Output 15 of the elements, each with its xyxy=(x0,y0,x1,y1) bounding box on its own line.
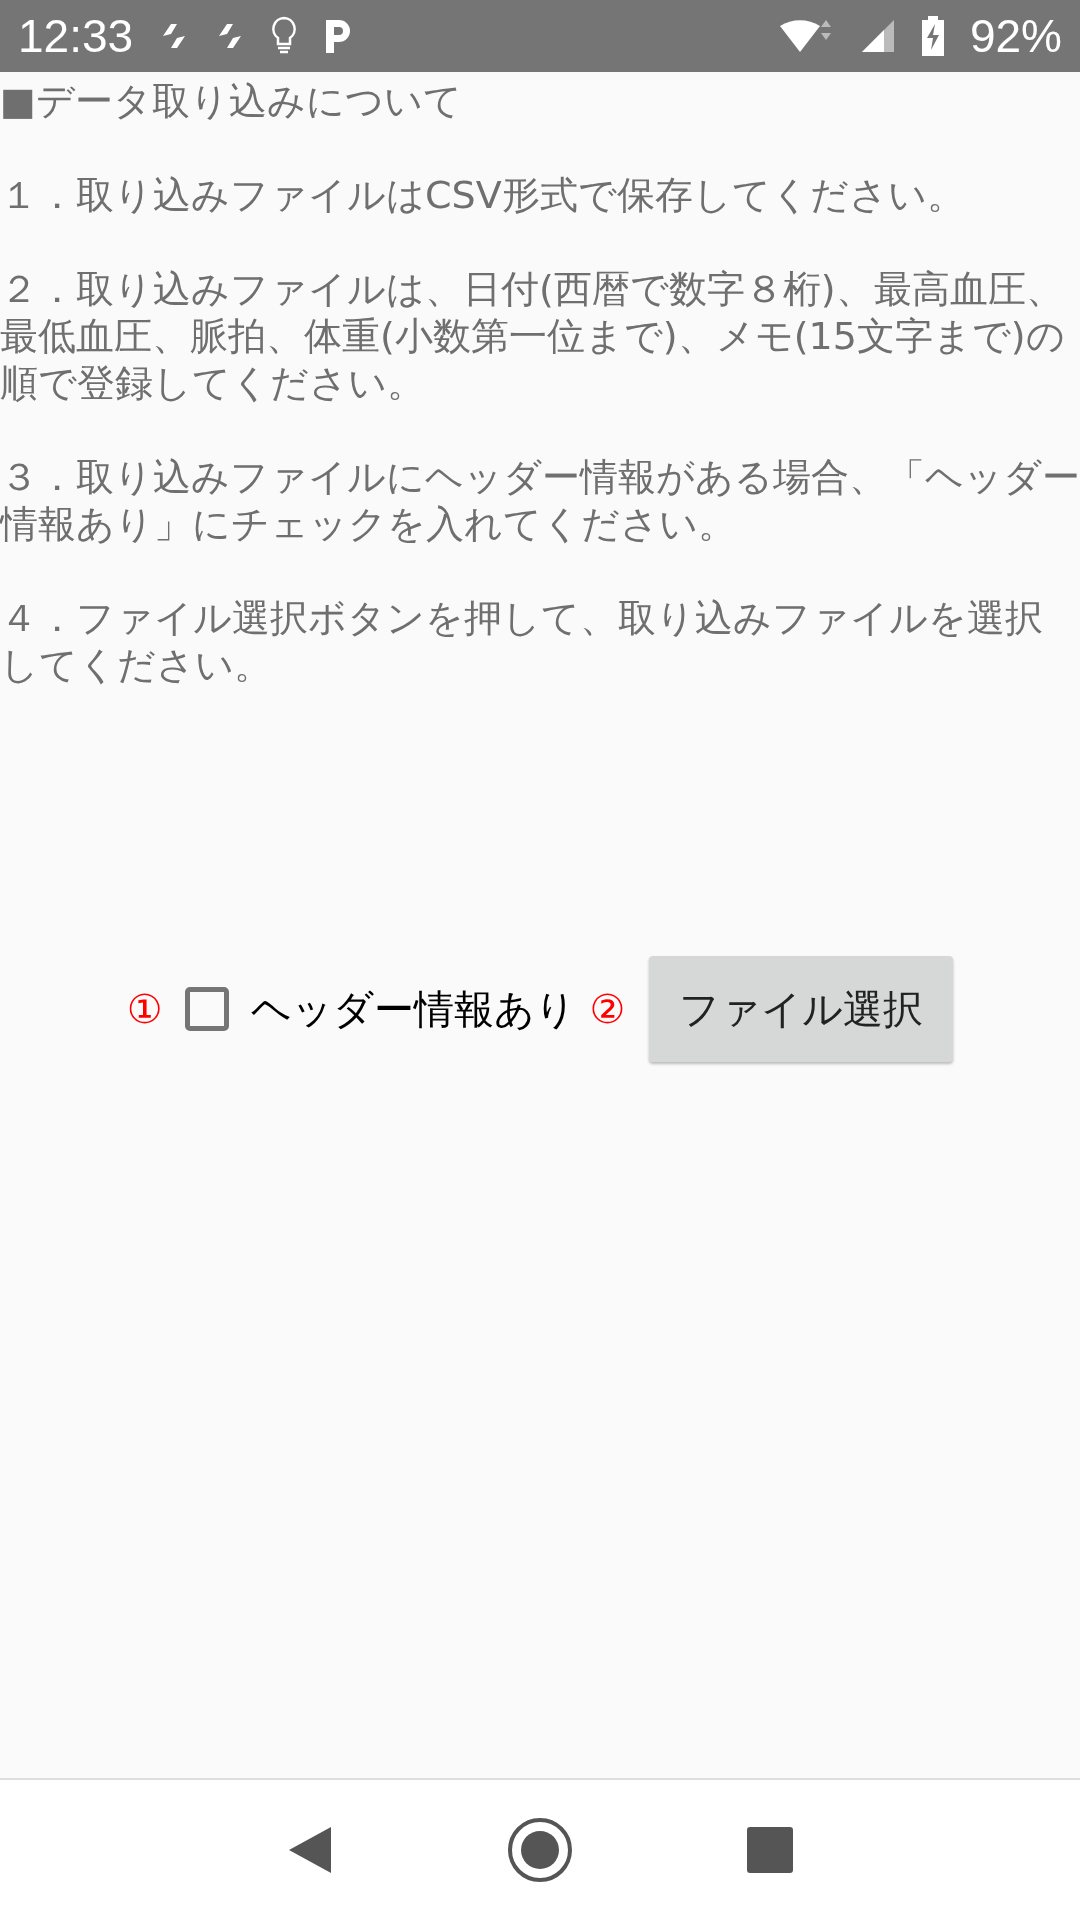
back-icon[interactable] xyxy=(287,1825,333,1875)
circled-number: ① xyxy=(126,986,163,1032)
instruction-text: ２．取り込みファイルは、日付(西暦で数字８桁)、最高血圧、最低血圧、脈拍、体重(小数第一位まで)、メモ(15文字まで)の順で登録してください。 xyxy=(0,266,1066,407)
instruction-text: １．取り込みファイルはCSV形式で保存してください。 xyxy=(0,172,966,219)
header-checkbox[interactable] xyxy=(184,987,229,1031)
clock-time: 12:33 xyxy=(18,9,134,63)
checkbox-label[interactable]: ヘッダー情報あり xyxy=(250,981,576,1037)
lightbulb-icon xyxy=(271,16,298,56)
circled-number: ② xyxy=(589,986,626,1032)
battery-percentage: 92% xyxy=(969,9,1062,63)
home-icon[interactable] xyxy=(507,1817,573,1883)
battery-charging-icon xyxy=(921,16,944,56)
section-heading: ■データ取り込みについて xyxy=(0,78,463,125)
instruction-text: ４．ファイル選択ボタンを押して、取り込みファイルを選択してください。 xyxy=(0,595,1044,689)
file-select-button[interactable]: ファイル選択 xyxy=(649,956,954,1062)
